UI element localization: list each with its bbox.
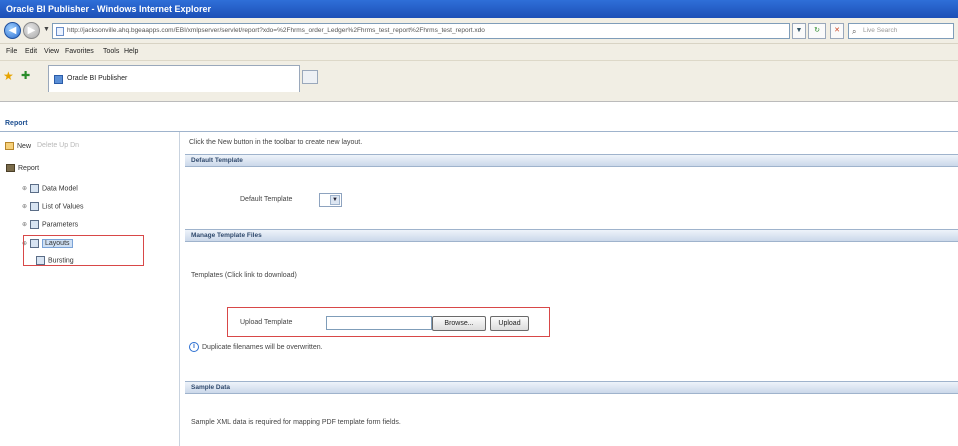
url-text: http://jacksonville.ahq.bgeaapps.com/EBI… xyxy=(67,27,485,34)
menu-help[interactable]: Help xyxy=(124,48,138,55)
default-template-label: Default Template xyxy=(240,196,293,203)
disabled-toolbar-items: Delete Up Dn xyxy=(37,142,80,149)
address-input[interactable]: http://jacksonville.ahq.bgeaapps.com/EBI… xyxy=(52,23,790,39)
refresh-icon[interactable]: ↻ xyxy=(808,23,826,39)
expand-icon[interactable]: ⊕ xyxy=(22,203,30,210)
info-text: Click the New button in the toolbar to c… xyxy=(189,139,363,146)
default-template-select[interactable]: ▼ xyxy=(319,193,342,207)
expand-icon[interactable]: ⊕ xyxy=(22,185,30,192)
menu-bar: File Edit View Favorites Tools Help xyxy=(0,44,958,61)
tree-root-report[interactable]: Report xyxy=(6,164,39,172)
tab-page-icon xyxy=(54,75,63,84)
page-icon xyxy=(56,27,64,36)
highlight-box-upload xyxy=(227,307,550,337)
new-icon xyxy=(5,142,14,150)
parameters-icon xyxy=(30,220,39,229)
menu-edit[interactable]: Edit xyxy=(25,48,37,55)
tree-root-label: Report xyxy=(18,164,40,172)
tab-oracle-bi-publisher[interactable]: Oracle BI Publisher xyxy=(48,65,300,92)
templates-label: Templates (Click link to download) xyxy=(191,272,297,279)
address-toolbar: ◀ ▶ ▼ http://jacksonville.ahq.bgeaapps.c… xyxy=(0,18,958,44)
tab-label: Oracle BI Publisher xyxy=(67,75,128,82)
chevron-down-icon[interactable]: ▼ xyxy=(330,195,340,205)
page-header xyxy=(0,102,958,128)
new-tab-button[interactable] xyxy=(302,70,318,84)
search-icon: ⌕ xyxy=(852,27,857,36)
list-icon xyxy=(30,202,39,211)
tab-bar: ★ ✚ Oracle BI Publisher xyxy=(0,61,958,102)
search-placeholder: Live Search xyxy=(863,27,898,34)
duplicate-note: Duplicate filenames will be overwritten. xyxy=(202,344,323,351)
report-breadcrumb-link[interactable]: Report xyxy=(5,120,28,127)
tree-item-label: Parameters xyxy=(42,221,79,229)
new-label: New xyxy=(17,142,32,150)
forward-icon[interactable]: ▶ xyxy=(23,22,40,39)
sample-note: Sample XML data is required for mapping … xyxy=(191,419,401,426)
window-title-bar: Oracle BI Publisher - Windows Internet E… xyxy=(0,0,958,18)
history-dropdown-icon[interactable]: ▼ xyxy=(43,26,50,33)
back-icon[interactable]: ◀ xyxy=(4,22,21,39)
tree-item-label: Data Model xyxy=(42,185,78,193)
window-title: Oracle BI Publisher - Windows Internet E… xyxy=(6,4,211,14)
go-dropdown-icon[interactable]: ▼ xyxy=(792,23,806,39)
expand-icon[interactable]: ⊕ xyxy=(22,221,30,228)
section-sample-data: Sample Data xyxy=(185,381,958,394)
tree-item-list-of-values[interactable]: ⊕ List of Values xyxy=(22,202,84,211)
new-button[interactable]: New xyxy=(5,142,31,150)
menu-view[interactable]: View xyxy=(44,48,59,55)
add-favorite-icon[interactable]: ✚ xyxy=(21,69,30,82)
search-input[interactable]: ⌕ Live Search xyxy=(848,23,954,39)
stop-icon[interactable]: ✕ xyxy=(830,23,844,39)
layout-content: Click the New button in the toolbar to c… xyxy=(183,132,958,446)
data-model-icon xyxy=(30,184,39,193)
menu-favorites[interactable]: Favorites xyxy=(65,48,94,55)
report-tree-panel: New Delete Up Dn Report ⊕ Data Model ⊕ Lis… xyxy=(0,132,180,446)
tree-item-data-model[interactable]: ⊕ Data Model xyxy=(22,184,78,193)
tree-item-label: List of Values xyxy=(42,203,84,211)
tree-item-parameters[interactable]: ⊕ Parameters xyxy=(22,220,78,229)
section-default-template: Default Template xyxy=(185,154,958,167)
highlight-box-layouts xyxy=(23,235,144,266)
report-icon xyxy=(6,164,15,172)
info-icon: i xyxy=(189,342,199,352)
section-manage-template-files: Manage Template Files xyxy=(185,229,958,242)
favorites-star-icon[interactable]: ★ xyxy=(3,69,14,83)
menu-tools[interactable]: Tools xyxy=(103,48,119,55)
menu-file[interactable]: File xyxy=(6,48,17,55)
